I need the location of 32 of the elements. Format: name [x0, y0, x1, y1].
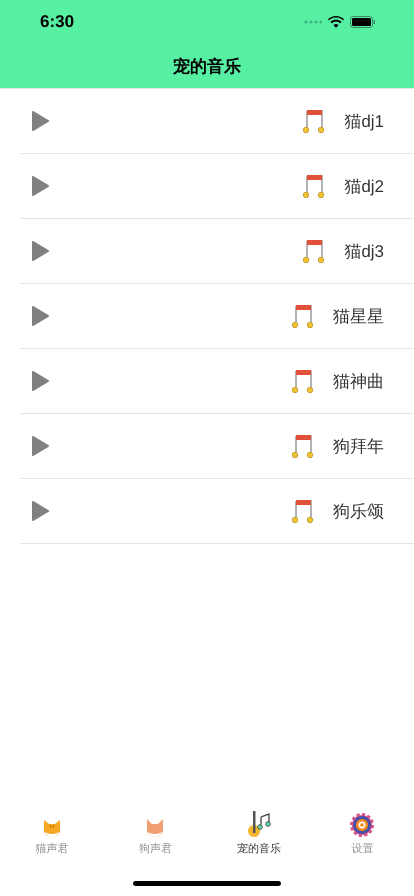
battery-icon: [350, 16, 376, 28]
wifi-icon: [328, 16, 344, 28]
music-note-icon: [302, 238, 326, 264]
song-title: 狗乐颂: [333, 500, 384, 522]
tab-item[interactable]: 宠的音乐: [207, 800, 310, 862]
song-title: 猫dj2: [344, 176, 384, 198]
play-button[interactable]: [30, 110, 50, 132]
tab-item[interactable]: 设置: [310, 800, 414, 862]
music-note-icon: [291, 498, 315, 524]
song-title: 猫神曲: [333, 370, 384, 392]
settings-icon: [349, 812, 376, 838]
tab-item[interactable]: 猫声君: [0, 800, 104, 862]
music-note-icon: [291, 303, 315, 329]
song-title: 猫星星: [333, 306, 384, 328]
play-button[interactable]: [30, 305, 50, 327]
play-button[interactable]: [30, 175, 50, 197]
status-time: 6:30: [40, 12, 76, 32]
play-button[interactable]: [30, 370, 50, 392]
song-title: 猫dj3: [344, 240, 384, 262]
music-note-icon: [291, 368, 315, 394]
tab-item[interactable]: 狗声君: [104, 800, 207, 862]
song-title: 猫dj1: [344, 110, 384, 132]
song-title: 狗拜年: [333, 436, 384, 458]
guitar-music-icon: [246, 810, 272, 838]
music-note-icon: [291, 433, 315, 459]
play-button[interactable]: [30, 435, 50, 457]
music-note-icon: [302, 108, 326, 134]
play-button[interactable]: [30, 500, 50, 522]
signal-icon: [304, 20, 322, 24]
screen-title: 宠的音乐: [173, 56, 241, 78]
play-button[interactable]: [30, 240, 50, 262]
music-note-icon: [302, 173, 326, 199]
